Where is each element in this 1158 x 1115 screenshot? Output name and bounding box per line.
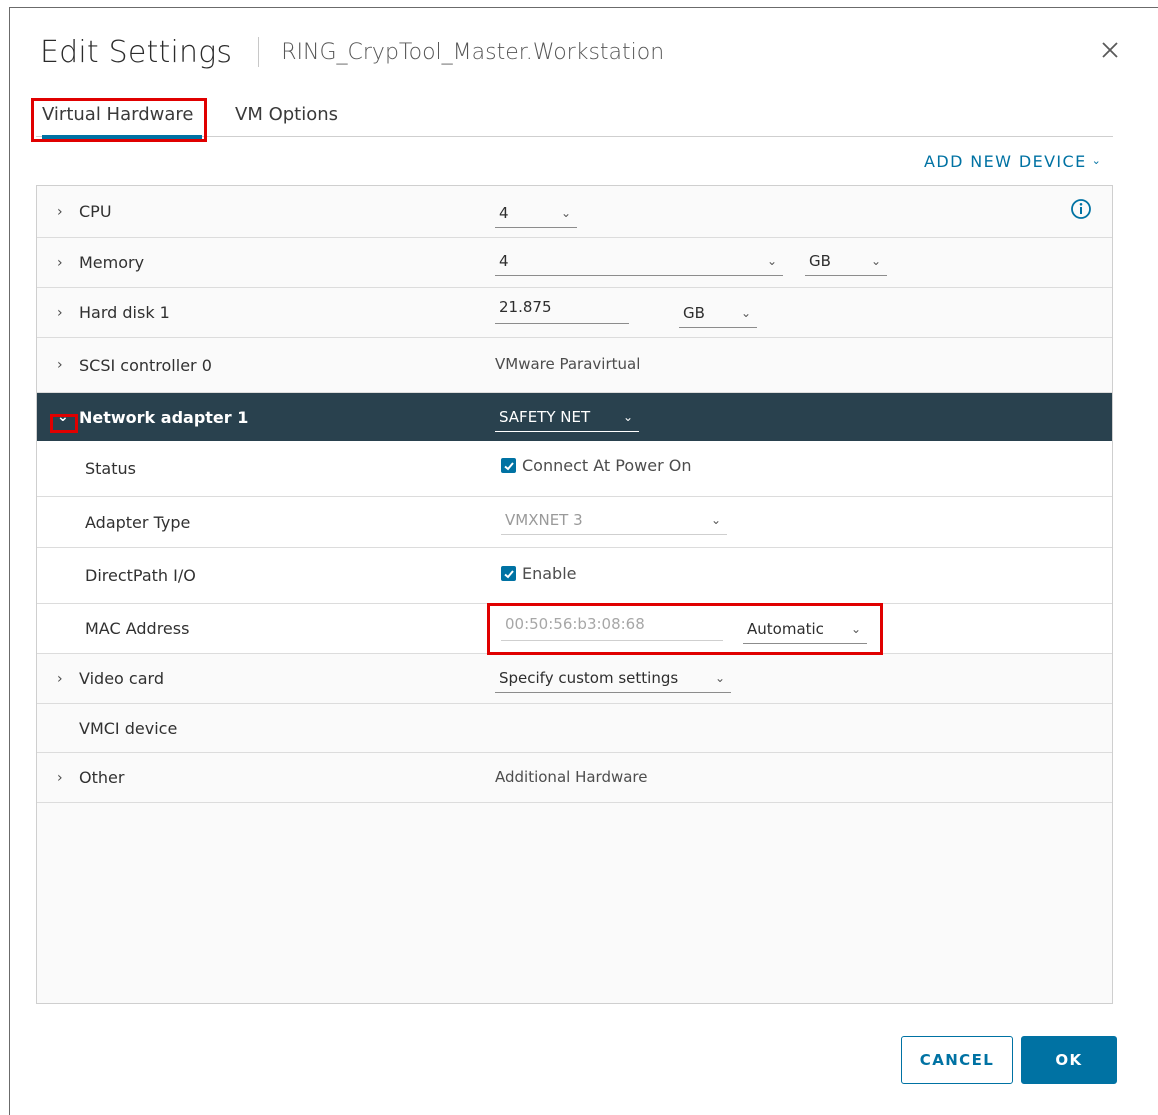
- adapter-type-select: VMXNET 3 ⌄: [501, 505, 727, 535]
- row-video-card: › Video card Specify custom settings ⌄: [37, 654, 1112, 704]
- mac-mode-select[interactable]: Automatic ⌄: [743, 614, 867, 644]
- chevron-down-icon: ⌄: [710, 512, 721, 527]
- chevron-down-icon: ⌄: [622, 409, 633, 424]
- row-memory: › Memory 4 ⌄ GB ⌄: [37, 238, 1112, 288]
- chevron-down-icon: ⌄: [1091, 154, 1103, 167]
- annotation-highlight-tab: [31, 98, 207, 142]
- row-cpu: › CPU 4 ⌄: [37, 186, 1112, 238]
- hard-disk-label: Hard disk 1: [79, 303, 170, 322]
- cpu-select[interactable]: 4 ⌄: [495, 198, 577, 228]
- chevron-right-icon[interactable]: ›: [57, 357, 79, 373]
- chevron-right-icon[interactable]: ›: [57, 671, 79, 687]
- video-card-value: Specify custom settings: [499, 668, 679, 687]
- chevron-down-icon: ⌄: [560, 205, 571, 220]
- add-new-device-button[interactable]: ADD NEW DEVICE ⌄: [924, 152, 1102, 171]
- scsi-value: VMware Paravirtual: [495, 355, 641, 373]
- scsi-label: SCSI controller 0: [79, 355, 212, 375]
- dialog-subtitle: RING_CrypTool_Master.Workstation: [281, 39, 665, 65]
- checkbox-label: Enable: [522, 564, 577, 583]
- row-hard-disk: › Hard disk 1 21.875 GB ⌄: [37, 288, 1112, 338]
- add-device-label: ADD NEW DEVICE: [924, 152, 1087, 171]
- close-icon[interactable]: [1098, 38, 1122, 62]
- memory-value: 4: [499, 251, 509, 270]
- dialog-title: Edit Settings: [40, 34, 233, 70]
- hard-disk-unit: GB: [683, 303, 705, 322]
- hard-disk-unit-select[interactable]: GB ⌄: [679, 298, 757, 328]
- directpath-enable-checkbox[interactable]: Enable: [501, 564, 577, 583]
- memory-label: Memory: [79, 253, 145, 272]
- chevron-down-icon: ⌄: [740, 305, 751, 320]
- row-label[interactable]: › Other: [57, 753, 124, 802]
- chevron-down-icon: ⌄: [850, 621, 861, 636]
- checkbox-checked-icon[interactable]: [501, 566, 516, 581]
- mac-address-label: MAC Address: [85, 619, 190, 638]
- chevron-right-icon[interactable]: ›: [57, 204, 79, 220]
- title-divider: [258, 37, 260, 67]
- mac-address-input: 00:50:56:b3:08:68: [501, 611, 723, 641]
- tab-vm-options[interactable]: VM Options: [235, 100, 338, 137]
- adapter-type-label: Adapter Type: [85, 512, 191, 532]
- checkbox-label: Connect At Power On: [522, 456, 692, 475]
- video-card-select[interactable]: Specify custom settings ⌄: [495, 663, 731, 693]
- network-select[interactable]: SAFETY NET ⌄: [495, 402, 639, 432]
- other-value: Additional Hardware: [495, 768, 648, 786]
- memory-select[interactable]: 4 ⌄: [495, 246, 783, 276]
- row-label[interactable]: ⌄ Network adapter 1: [57, 393, 248, 441]
- vmci-label: VMCI device: [79, 718, 178, 738]
- memory-unit: GB: [809, 251, 831, 270]
- row-vmci-device: VMCI device: [37, 704, 1112, 753]
- row-other: › Other Additional Hardware: [37, 753, 1112, 803]
- row-mac-address: MAC Address 00:50:56:b3:08:68 Automatic …: [37, 604, 1112, 654]
- cancel-button[interactable]: CANCEL: [901, 1036, 1013, 1084]
- chevron-down-icon: ⌄: [714, 670, 725, 685]
- chevron-down-icon[interactable]: ⌄: [57, 409, 79, 425]
- hard-disk-size-input[interactable]: 21.875: [495, 294, 629, 324]
- ok-button[interactable]: OK: [1021, 1036, 1117, 1084]
- dialog-header: Edit Settings RING_CrypTool_Master.Works…: [40, 30, 664, 74]
- adapter-type-value: VMXNET 3: [505, 510, 583, 529]
- row-label[interactable]: › Memory: [57, 238, 144, 287]
- checkbox-checked-icon[interactable]: [501, 458, 516, 473]
- row-label[interactable]: › Video card: [57, 654, 164, 703]
- chevron-down-icon: ⌄: [870, 253, 881, 268]
- other-label: Other: [79, 768, 125, 787]
- chevron-right-icon[interactable]: ›: [57, 305, 79, 321]
- row-label[interactable]: › Hard disk 1: [57, 288, 170, 337]
- row-scsi-controller: › SCSI controller 0 VMware Paravirtual: [37, 338, 1112, 393]
- cpu-value: 4: [499, 203, 509, 222]
- status-label: Status: [85, 459, 136, 478]
- network-value: SAFETY NET: [499, 407, 591, 426]
- info-icon[interactable]: [1070, 198, 1092, 220]
- row-directpath: DirectPath I/O Enable: [37, 548, 1112, 604]
- directpath-label: DirectPath I/O: [85, 566, 196, 585]
- connect-at-power-on-checkbox[interactable]: Connect At Power On: [501, 456, 691, 475]
- tab-label: VM Options: [235, 104, 339, 125]
- row-status: Status Connect At Power On: [37, 441, 1112, 497]
- cpu-label: CPU: [79, 202, 112, 221]
- mac-mode-value: Automatic: [747, 619, 824, 638]
- row-label[interactable]: › CPU: [57, 186, 112, 237]
- row-label[interactable]: › SCSI controller 0: [57, 338, 212, 392]
- chevron-right-icon[interactable]: ›: [57, 255, 79, 271]
- chevron-down-icon: ⌄: [766, 253, 777, 268]
- video-card-label: Video card: [79, 669, 164, 688]
- row-adapter-type: Adapter Type VMXNET 3 ⌄: [37, 497, 1112, 548]
- network-adapter-label: Network adapter 1: [79, 407, 249, 427]
- memory-unit-select[interactable]: GB ⌄: [805, 246, 887, 276]
- chevron-right-icon[interactable]: ›: [57, 770, 79, 786]
- row-network-adapter[interactable]: ⌄ Network adapter 1 SAFETY NET ⌄: [37, 393, 1112, 441]
- hardware-grid: › CPU 4 ⌄ › Memory 4 ⌄ GB ⌄ › Hard disk …: [36, 185, 1113, 1004]
